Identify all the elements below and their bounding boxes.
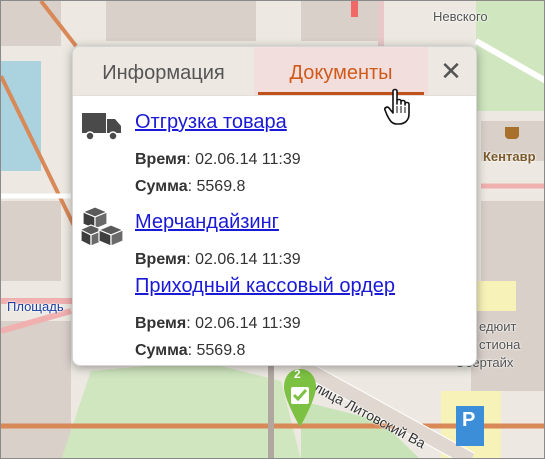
doc-link-cash-order[interactable]: Приходный кассовый ордер <box>135 275 395 298</box>
doc-link-merchandising[interactable]: Мерчандайзинг <box>135 211 279 234</box>
map-label-district: Невского <box>433 9 488 24</box>
parking-icon: P <box>462 409 476 431</box>
map-frame: Невского Кентавр Площадь едюит стиона Об… <box>0 0 545 459</box>
marker-count: 2 <box>294 367 301 381</box>
truck-icon <box>82 111 122 146</box>
close-button[interactable]: ✕ <box>432 53 470 89</box>
doc-shipment-sum: Сумма: 5569.8 <box>135 178 246 195</box>
map-label-right-2: стиона <box>479 337 521 352</box>
close-icon: ✕ <box>440 56 462 86</box>
popup-tabbar: Информация Документы ✕ <box>73 47 476 96</box>
map-label-cafe: Кентавр <box>483 149 536 164</box>
doc-cash-order-sum: Сумма: 5569.8 <box>135 342 246 359</box>
boxes-icon <box>77 205 126 252</box>
hand-cursor-icon <box>384 88 414 131</box>
tab-information[interactable]: Информация <box>73 47 254 95</box>
doc-link-shipment[interactable]: Отгрузка товара <box>135 111 287 134</box>
tab-documents-label: Документы <box>289 62 393 84</box>
cafe-icon <box>505 127 519 139</box>
info-popup: Информация Документы ✕ Отгрузка товара В… <box>72 46 477 366</box>
map-label-square: Площадь <box>7 299 64 314</box>
doc-merchandising-time: Время: 02.06.14 11:39 <box>135 251 301 268</box>
doc-cash-order-time: Время: 02.06.14 11:39 <box>135 315 301 332</box>
tab-information-label: Информация <box>102 62 225 84</box>
map-marker[interactable]: 2 <box>282 367 318 442</box>
map-label-right-1: едюит <box>479 319 517 334</box>
doc-shipment-time: Время: 02.06.14 11:39 <box>135 151 301 168</box>
